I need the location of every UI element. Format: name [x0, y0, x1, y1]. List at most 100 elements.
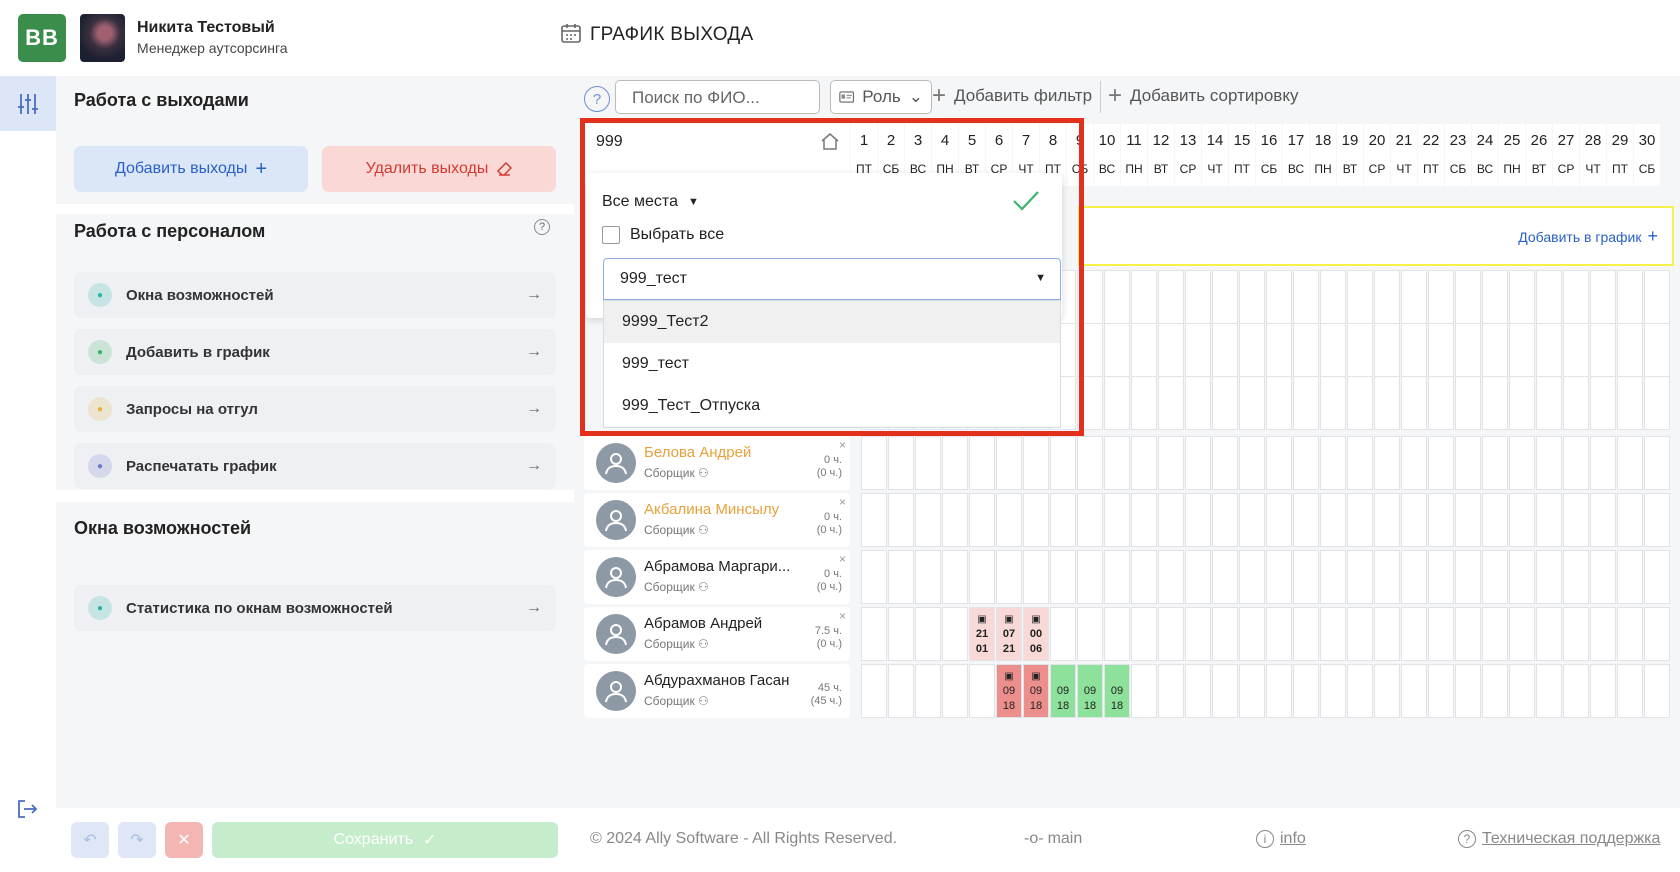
day-cell[interactable]: [1428, 607, 1454, 661]
day-cell[interactable]: [1374, 550, 1400, 604]
employee-card[interactable]: Абрамов Андрей Сборщик ⚇ 7.5 ч. (0 ч.) ×: [584, 607, 850, 661]
day-cell[interactable]: [1536, 323, 1562, 377]
day-cell[interactable]: [1482, 493, 1508, 547]
add-to-schedule-link[interactable]: Добавить в график +: [1518, 226, 1658, 247]
day-cell[interactable]: [1374, 607, 1400, 661]
day-cell[interactable]: [1212, 376, 1238, 430]
day-cell[interactable]: [1644, 376, 1670, 430]
day-cell[interactable]: [969, 493, 995, 547]
day-cell[interactable]: [1293, 376, 1319, 430]
day-cell[interactable]: [1455, 323, 1481, 377]
day-cell[interactable]: [1482, 607, 1508, 661]
search-input[interactable]: Поиск по ФИО...: [615, 80, 820, 114]
menu-item[interactable]: ● Окна возможностей →: [74, 272, 556, 318]
day-cell[interactable]: [1266, 323, 1292, 377]
day-cell[interactable]: [942, 607, 968, 661]
day-cell[interactable]: [1644, 436, 1670, 490]
delete-shifts-button[interactable]: Удалить выходы: [322, 146, 556, 192]
shift-cell[interactable]: ▣ 09 18: [996, 664, 1022, 718]
day-cell[interactable]: [1374, 664, 1400, 718]
day-cell[interactable]: [1131, 376, 1157, 430]
day-cell[interactable]: [1185, 436, 1211, 490]
day-cell[interactable]: [861, 664, 887, 718]
day-cell[interactable]: [1266, 607, 1292, 661]
day-cell[interactable]: [1050, 436, 1076, 490]
day-cell[interactable]: [1563, 323, 1589, 377]
day-cell[interactable]: [1158, 323, 1184, 377]
redo-button[interactable]: ↷: [118, 822, 156, 858]
day-cell[interactable]: [969, 550, 995, 604]
day-cell[interactable]: [996, 436, 1022, 490]
day-cell[interactable]: [915, 550, 941, 604]
day-cell[interactable]: [1104, 436, 1130, 490]
day-cell[interactable]: [1347, 607, 1373, 661]
day-cell[interactable]: [1104, 270, 1130, 324]
day-cell[interactable]: [1563, 376, 1589, 430]
day-cell[interactable]: [1428, 493, 1454, 547]
day-cell[interactable]: [1563, 607, 1589, 661]
employee-card[interactable]: Белова Андрей Сборщик ⚇ 0 ч. (0 ч.) ×: [584, 436, 850, 490]
day-cell[interactable]: [888, 436, 914, 490]
day-cell[interactable]: [888, 493, 914, 547]
day-cell[interactable]: [915, 664, 941, 718]
day-cell[interactable]: [1617, 376, 1643, 430]
role-filter-select[interactable]: Роль ⌄: [830, 80, 932, 114]
day-cell[interactable]: [1131, 436, 1157, 490]
day-cell[interactable]: [1617, 550, 1643, 604]
day-cell[interactable]: [1239, 607, 1265, 661]
day-cell[interactable]: [1212, 607, 1238, 661]
day-cell[interactable]: [1347, 550, 1373, 604]
day-cell[interactable]: [1131, 323, 1157, 377]
day-cell[interactable]: [1401, 376, 1427, 430]
day-cell[interactable]: [942, 550, 968, 604]
day-cell[interactable]: [1158, 436, 1184, 490]
day-cell[interactable]: [1536, 493, 1562, 547]
day-cell[interactable]: [1320, 664, 1346, 718]
day-cell[interactable]: [1374, 270, 1400, 324]
close-icon[interactable]: ×: [839, 552, 846, 566]
day-cell[interactable]: [1536, 550, 1562, 604]
day-cell[interactable]: [1320, 323, 1346, 377]
day-cell[interactable]: [1239, 270, 1265, 324]
employee-card[interactable]: Абдурахманов Гасан Сборщик ⚇ 45 ч. (45 ч.): [584, 664, 850, 718]
day-cell[interactable]: [1617, 664, 1643, 718]
day-cell[interactable]: [1482, 376, 1508, 430]
day-cell[interactable]: [1509, 323, 1535, 377]
day-cell[interactable]: [1536, 664, 1562, 718]
day-cell[interactable]: [1239, 550, 1265, 604]
day-cell[interactable]: [1104, 493, 1130, 547]
day-cell[interactable]: [1239, 664, 1265, 718]
day-cell[interactable]: [942, 493, 968, 547]
day-cell[interactable]: [1482, 550, 1508, 604]
day-cell[interactable]: [1644, 664, 1670, 718]
day-cell[interactable]: [1644, 323, 1670, 377]
day-cell[interactable]: [1563, 664, 1589, 718]
day-cell[interactable]: [1536, 436, 1562, 490]
day-cell[interactable]: [969, 436, 995, 490]
day-cell[interactable]: [1374, 323, 1400, 377]
day-cell[interactable]: [1293, 493, 1319, 547]
day-cell[interactable]: [915, 493, 941, 547]
day-cell[interactable]: [1428, 270, 1454, 324]
day-cell[interactable]: [969, 664, 995, 718]
day-cell[interactable]: [861, 607, 887, 661]
close-icon[interactable]: ×: [839, 495, 846, 509]
day-cell[interactable]: [915, 436, 941, 490]
shift-cell[interactable]: 09 18: [1050, 664, 1076, 718]
day-cell[interactable]: [1266, 493, 1292, 547]
day-cell[interactable]: [1509, 607, 1535, 661]
day-cell[interactable]: [1293, 323, 1319, 377]
day-cell[interactable]: [1185, 607, 1211, 661]
add-filter-button[interactable]: + Добавить фильтр: [932, 82, 1092, 110]
day-cell[interactable]: [1212, 493, 1238, 547]
day-cell[interactable]: [1212, 436, 1238, 490]
day-cell[interactable]: [1455, 376, 1481, 430]
day-cell[interactable]: [1320, 550, 1346, 604]
day-cell[interactable]: [1158, 550, 1184, 604]
logout-icon[interactable]: [16, 798, 38, 820]
day-cell[interactable]: [888, 607, 914, 661]
employee-card[interactable]: Акбалина Минсылу Сборщик ⚇ 0 ч. (0 ч.) ×: [584, 493, 850, 547]
day-cell[interactable]: [915, 607, 941, 661]
shift-cell[interactable]: ▣ 00 06: [1023, 607, 1049, 661]
day-cell[interactable]: [1212, 270, 1238, 324]
